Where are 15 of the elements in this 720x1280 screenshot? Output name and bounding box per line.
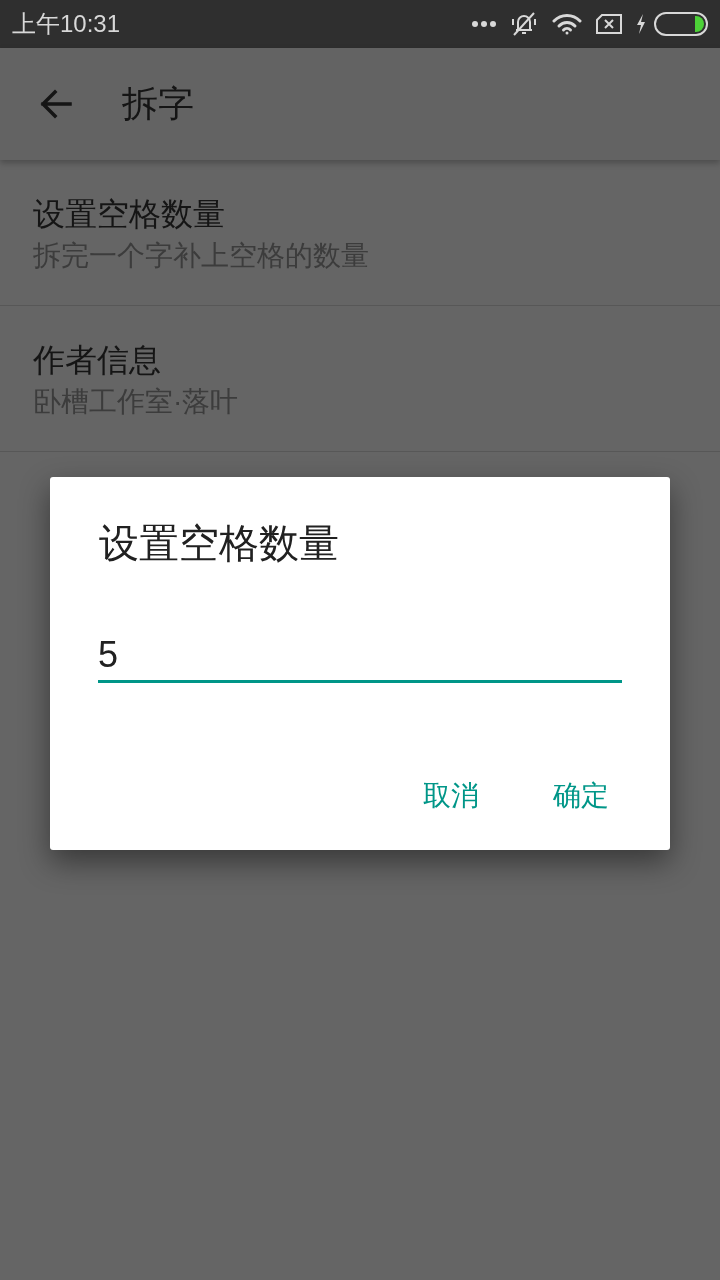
battery-icon	[654, 12, 708, 36]
sim-card-x-icon	[596, 14, 622, 34]
status-time: 上午10:31	[12, 9, 121, 39]
muted-bell-icon	[510, 11, 538, 37]
settings-item-title: 作者信息	[33, 341, 161, 380]
dialog-button[interactable]: 取消	[407, 768, 495, 824]
settings-item-title: 设置空格数量	[33, 195, 225, 234]
dialog-title: 设置空格数量	[99, 520, 339, 567]
input-field[interactable]: 5	[98, 633, 622, 683]
app-bar-title: 拆字	[122, 82, 194, 126]
charging-bolt-icon	[636, 14, 646, 34]
back-arrow-icon	[40, 89, 72, 119]
dialog-button[interactable]: 确定	[537, 768, 625, 824]
wifi-icon	[552, 13, 582, 35]
more-dots-icon	[472, 21, 496, 27]
